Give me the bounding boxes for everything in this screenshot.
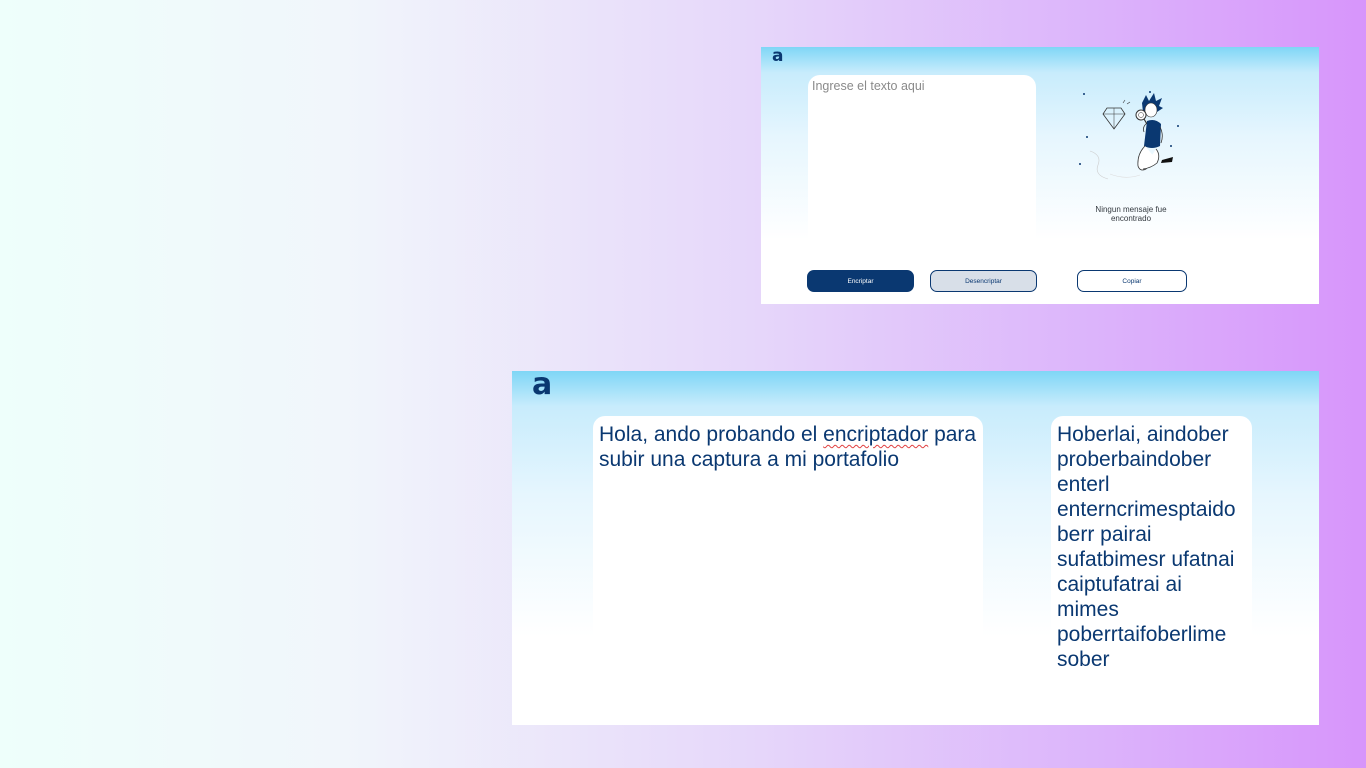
alura-logo: a xyxy=(532,371,553,402)
person-magnifier-illustration xyxy=(1079,91,1179,180)
text-input[interactable]: Ingrese el texto aqui xyxy=(808,75,1036,270)
decrypt-button[interactable]: Desencriptar xyxy=(930,270,1037,292)
input-text-part: Hola, ando probando el xyxy=(599,423,824,446)
no-message-text: Ningun mensaje fue encontrado xyxy=(1095,205,1167,223)
copy-button[interactable]: Copiar xyxy=(1077,270,1187,292)
encrypt-button[interactable]: Encriptar xyxy=(807,270,914,292)
text-input-placeholder: Ingrese el texto aqui xyxy=(812,79,925,93)
misspelled-word: encriptador xyxy=(823,423,929,446)
text-input[interactable]: Hola, ando probando el encriptador para … xyxy=(593,416,983,725)
alura-logo: a xyxy=(772,47,784,66)
app-screenshot-with-text: a Hola, ando probando el encriptador par… xyxy=(512,371,1319,725)
app-screenshot-empty-state: a Ingrese el texto aqui Ningun mensaje f… xyxy=(761,47,1319,304)
encrypted-output: Hoberlai, aindober proberbaindober enter… xyxy=(1051,416,1252,725)
